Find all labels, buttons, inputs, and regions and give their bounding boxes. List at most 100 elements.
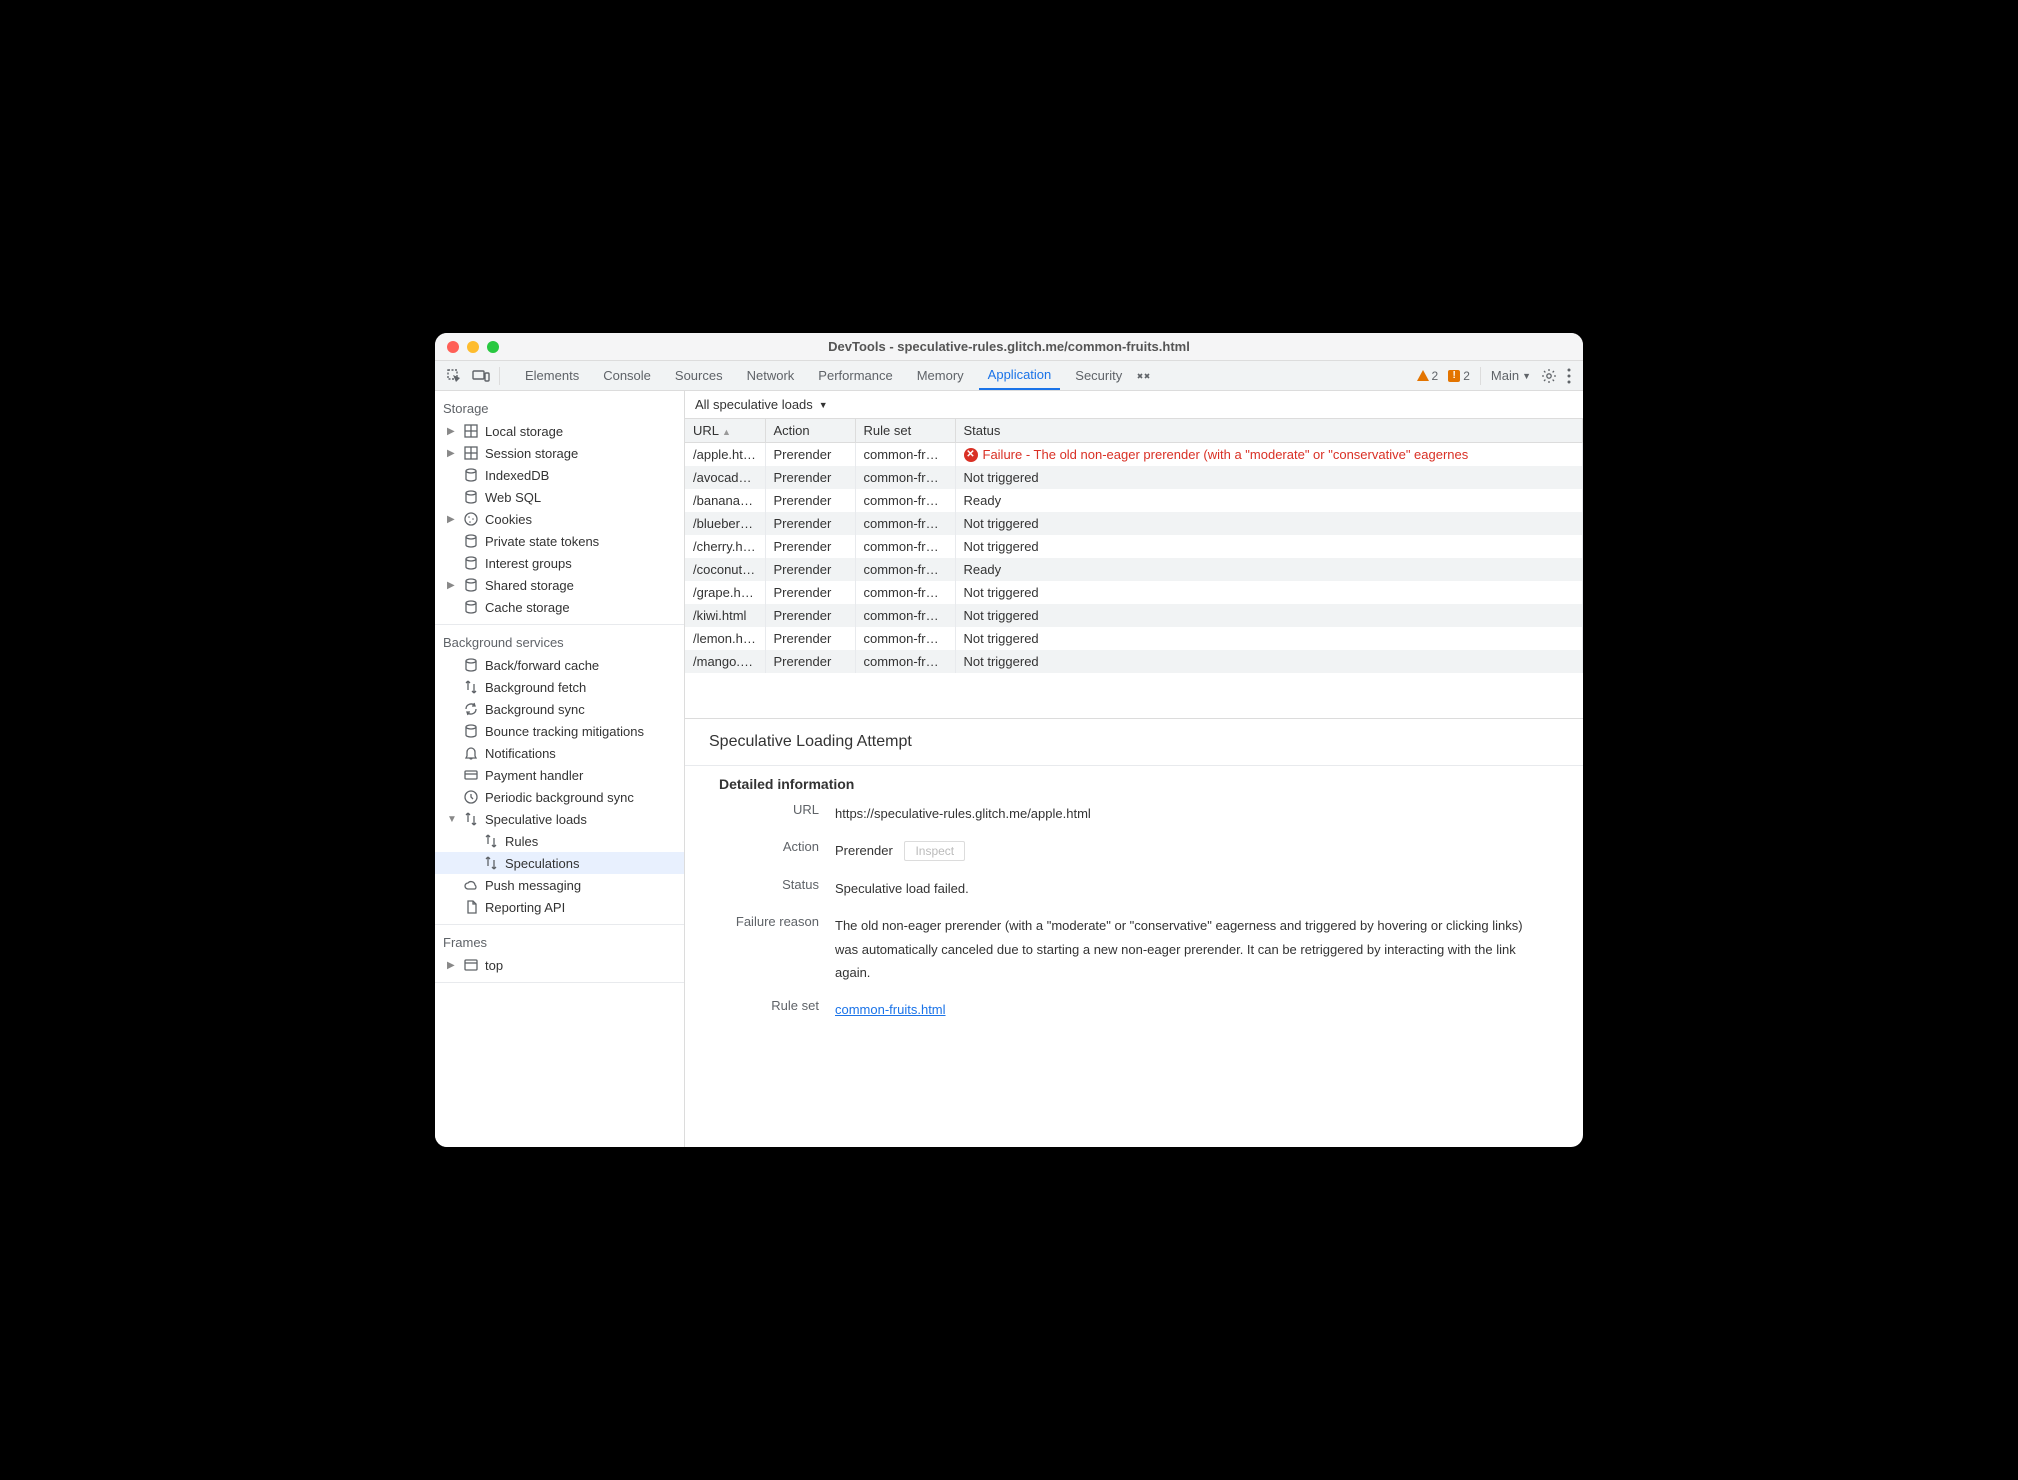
sidebar-item-background-fetch[interactable]: Background fetch [435,676,684,698]
tab-sources[interactable]: Sources [666,361,732,390]
sidebar-item-shared-storage[interactable]: ▶Shared storage [435,574,684,596]
sidebar-section-frames: Frames [435,931,684,954]
cell-action: Prerender [765,604,855,627]
cell-status: Not triggered [955,627,1583,650]
minimize-window-button[interactable] [467,341,479,353]
col-action[interactable]: Action [765,419,855,443]
table-row[interactable]: /grape.htmlPrerendercommon-fr…Not trigge… [685,581,1583,604]
cell-action: Prerender [765,512,855,535]
devtools-window: DevTools - speculative-rules.glitch.me/c… [435,333,1583,1147]
cell-ruleset: common-fr… [855,512,955,535]
sidebar-item-label: Web SQL [485,490,541,505]
sidebar-item-bounce-tracking-mitigations[interactable]: Bounce tracking mitigations [435,720,684,742]
tab-network[interactable]: Network [738,361,804,390]
sidebar-item-label: Rules [505,834,538,849]
cell-url: /kiwi.html [685,604,765,627]
sidebar-item-label: Periodic background sync [485,790,634,805]
sidebar-item-speculations[interactable]: Speculations [435,852,684,874]
sidebar-item-web-sql[interactable]: Web SQL [435,486,684,508]
tab-performance[interactable]: Performance [809,361,901,390]
table-row[interactable]: /mango.…Prerendercommon-fr…Not triggered [685,650,1583,673]
col-rule-set[interactable]: Rule set [855,419,955,443]
cell-ruleset: common-fr… [855,581,955,604]
more-tabs-icon[interactable] [1136,370,1152,382]
table-row[interactable]: /blueberr…Prerendercommon-fr…Not trigger… [685,512,1583,535]
sidebar-item-cookies[interactable]: ▶ Cookies [435,508,684,530]
table-row[interactable]: /cherry.h…Prerendercommon-fr…Not trigger… [685,535,1583,558]
cell-ruleset: common-fr… [855,650,955,673]
sidebar-item-label: Cache storage [485,600,570,615]
device-icon[interactable] [472,369,490,383]
col-url[interactable]: URL▲ [685,419,765,443]
table-row[interactable]: /kiwi.htmlPrerendercommon-fr…Not trigger… [685,604,1583,627]
kebab-icon[interactable] [1567,368,1571,384]
sidebar-item-payment-handler[interactable]: Payment handler [435,764,684,786]
cell-url: /apple.html [685,443,765,467]
tab-elements[interactable]: Elements [516,361,588,390]
sidebar-item-push-messaging[interactable]: Push messaging [435,874,684,896]
expand-arrow-icon: ▶ [447,960,457,971]
sidebar-item-speculative-loads[interactable]: ▼Speculative loads [435,808,684,830]
close-window-button[interactable] [447,341,459,353]
sidebar-item-label: Cookies [485,512,532,527]
filter-bar: All speculative loads ▼ [685,391,1583,419]
table-row[interactable]: /coconut…Prerendercommon-fr…Ready [685,558,1583,581]
doc-icon [463,899,479,915]
maximize-window-button[interactable] [487,341,499,353]
sidebar-item-indexeddb[interactable]: IndexedDB [435,464,684,486]
sidebar-item-label: Background fetch [485,680,586,695]
sidebar-item-private-state-tokens[interactable]: Private state tokens [435,530,684,552]
sidebar-item-background-sync[interactable]: Background sync [435,698,684,720]
sidebar-section-storage: Storage [435,397,684,420]
cell-status: Not triggered [955,604,1583,627]
sidebar-item-session-storage[interactable]: ▶Session storage [435,442,684,464]
table-row[interactable]: /apple.htmlPrerendercommon-fr…✕Failure -… [685,443,1583,467]
cell-url: /lemon.h… [685,627,765,650]
inspect-icon[interactable] [446,368,462,384]
cell-ruleset: common-fr… [855,604,955,627]
window-title: DevTools - speculative-rules.glitch.me/c… [828,339,1190,354]
settings-icon[interactable] [1541,368,1557,384]
card-icon [463,767,479,783]
detail-status-value: Speculative load failed. [835,877,1549,900]
detail-url-value: https://speculative-rules.glitch.me/appl… [835,802,1549,825]
detail-action-label: Action [719,839,819,854]
warnings-badge[interactable]: 2 [1417,369,1439,383]
grid-icon [463,445,479,461]
sidebar-item-top[interactable]: ▶top [435,954,684,976]
sidebar-item-interest-groups[interactable]: Interest groups [435,552,684,574]
sidebar-item-cache-storage[interactable]: Cache storage [435,596,684,618]
detail-subtitle: Detailed information [685,766,1583,798]
sidebar-item-local-storage[interactable]: ▶Local storage [435,420,684,442]
warning-icon [1417,370,1429,381]
sidebar-item-reporting-api[interactable]: Reporting API [435,896,684,918]
detail-ruleset-link[interactable]: common-fruits.html [835,1002,946,1017]
cell-status: Not triggered [955,535,1583,558]
sidebar-item-rules[interactable]: Rules [435,830,684,852]
tab-application[interactable]: Application [979,361,1061,390]
table-row[interactable]: /lemon.h…Prerendercommon-fr…Not triggere… [685,627,1583,650]
cell-ruleset: common-fr… [855,627,955,650]
table-row[interactable]: /avocad…Prerendercommon-fr…Not triggered [685,466,1583,489]
window-icon [463,957,479,973]
target-select[interactable]: Main ▼ [1491,368,1531,383]
errors-badge[interactable]: ! 2 [1448,369,1470,383]
window-controls [447,341,499,353]
updown-icon [463,679,479,695]
error-icon: ! [1448,370,1460,382]
table-row[interactable]: /banana.…Prerendercommon-fr…Ready [685,489,1583,512]
tab-console[interactable]: Console [594,361,660,390]
col-status[interactable]: Status [955,419,1583,443]
inspect-button[interactable]: Inspect [904,841,965,861]
sidebar-section-background: Background services [435,631,684,654]
db-icon [463,555,479,571]
filter-select[interactable]: All speculative loads ▼ [695,397,828,412]
sidebar-item-periodic-background-sync[interactable]: Periodic background sync [435,786,684,808]
expand-arrow-icon: ▶ [447,514,457,525]
cell-status: Not triggered [955,512,1583,535]
sidebar-item-notifications[interactable]: Notifications [435,742,684,764]
tab-memory[interactable]: Memory [908,361,973,390]
tab-security[interactable]: Security [1066,361,1131,390]
cell-status: Not triggered [955,581,1583,604]
sidebar-item-back-forward-cache[interactable]: Back/forward cache [435,654,684,676]
